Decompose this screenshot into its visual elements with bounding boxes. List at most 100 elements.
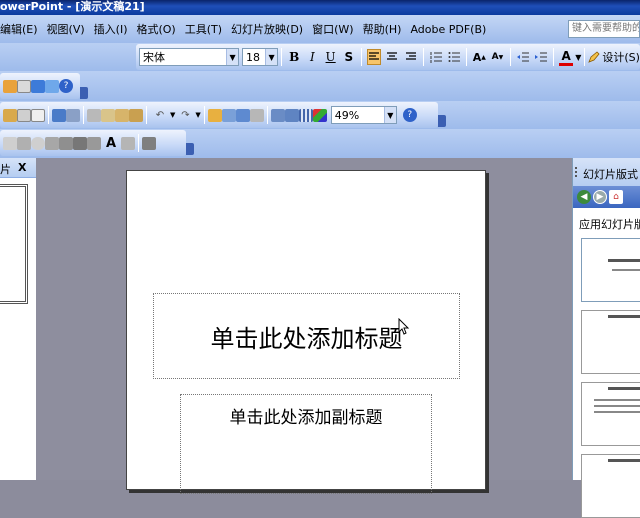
clipart-icon[interactable] [121, 136, 135, 150]
cut-icon[interactable] [87, 108, 101, 122]
title-bar: owerPoint - [演示文稿21] [0, 0, 640, 15]
print-preview-icon[interactable] [17, 108, 31, 122]
slide-thumbnail[interactable] [0, 184, 28, 304]
slide-workspace: 单击此处添加标题 单击此处添加副标题 [36, 158, 572, 494]
layout-two-content[interactable] [581, 454, 640, 518]
slides-pane-header: 片 X [0, 158, 36, 178]
research-icon[interactable] [66, 108, 80, 122]
grid-icon[interactable] [298, 108, 313, 122]
slide-layout-task-pane: 幻灯片版式 ◀ ▶ ⌂ 应用幻灯片版式 [572, 158, 640, 518]
spelling-icon[interactable] [52, 108, 66, 122]
format-painter-icon[interactable] [129, 108, 143, 122]
toolbar-separator [83, 106, 84, 124]
window-title: owerPoint - [演示文稿21] [0, 0, 145, 13]
toolbar-options-icon[interactable] [186, 143, 194, 155]
font-name-select[interactable]: 宋体 ▼ [139, 48, 240, 66]
numbered-list-icon [430, 52, 442, 63]
zoom-select[interactable]: 49% ▼ [330, 106, 397, 124]
distribute-icon[interactable] [73, 136, 87, 150]
redo-icon[interactable]: ↷ [177, 107, 193, 123]
home-icon[interactable]: ⌂ [609, 190, 623, 204]
rectangle-icon[interactable] [3, 136, 17, 150]
misc-toolbar: ? [0, 73, 80, 99]
color-grayscale-icon[interactable] [312, 108, 327, 122]
menu-view[interactable]: 视图(V) [42, 21, 89, 37]
layout-title-text[interactable] [581, 382, 640, 446]
bold-button[interactable]: B [287, 49, 301, 65]
toolbar-options-icon[interactable] [80, 87, 88, 99]
menu-edit[interactable]: 编辑(E) [0, 21, 42, 37]
tables-borders-icon[interactable] [235, 108, 250, 122]
slide-icon[interactable] [3, 79, 17, 93]
title-placeholder[interactable]: 单击此处添加标题 [153, 293, 460, 379]
design-pencil-icon [588, 51, 600, 63]
tools-icon[interactable] [142, 136, 156, 150]
help-icon[interactable]: ? [59, 79, 73, 93]
bulleted-list-icon [448, 52, 461, 62]
paste-icon[interactable] [115, 108, 129, 122]
toolbar-separator [48, 106, 49, 124]
underline-button[interactable]: U [324, 49, 338, 65]
image-icon[interactable] [45, 136, 59, 150]
italic-button[interactable]: I [305, 49, 319, 65]
chevron-down-icon[interactable]: ▼ [170, 111, 175, 119]
toolbar-options-icon[interactable] [438, 115, 446, 127]
person-icon[interactable] [17, 79, 31, 93]
layout-title-slide[interactable] [581, 238, 640, 302]
menu-adobe-pdf[interactable]: Adobe PDF(B) [405, 23, 490, 36]
expand-all-icon[interactable] [270, 108, 285, 122]
align-icon[interactable] [59, 136, 73, 150]
oval-icon[interactable] [31, 136, 45, 150]
textbox-icon[interactable] [17, 136, 31, 150]
outdent-icon [516, 52, 529, 62]
page-icon[interactable] [31, 108, 45, 122]
decrease-font-button[interactable]: A ▼ [490, 49, 504, 65]
menu-insert[interactable]: 插入(I) [89, 21, 132, 37]
present-icon[interactable] [31, 79, 45, 93]
slides-pane: 片 X [0, 158, 36, 480]
align-center-button[interactable] [385, 49, 399, 65]
decrease-indent-button[interactable] [516, 49, 530, 65]
increase-indent-button[interactable] [534, 49, 548, 65]
subtitle-placeholder-text: 单击此处添加副标题 [229, 408, 383, 428]
font-color-button[interactable]: A [558, 48, 574, 66]
group-icon[interactable] [87, 136, 101, 150]
help-search-input[interactable]: 键入需要帮助的问 [568, 20, 640, 38]
menu-tools[interactable]: 工具(T) [180, 21, 226, 37]
copy-icon[interactable] [101, 108, 115, 122]
menu-help[interactable]: 帮助(H) [358, 21, 406, 37]
back-icon[interactable]: ◀ [577, 190, 591, 204]
align-left-button[interactable] [366, 49, 382, 65]
menu-window[interactable]: 窗口(W) [307, 21, 357, 37]
design-button[interactable]: 设计(S) [588, 49, 640, 65]
menu-format[interactable]: 格式(O) [131, 21, 179, 37]
chevron-down-icon[interactable]: ▼ [575, 53, 581, 62]
close-icon[interactable]: X [18, 161, 26, 174]
slides-tab[interactable]: 片 [0, 161, 11, 177]
slide-canvas[interactable]: 单击此处添加标题 单击此处添加副标题 [126, 170, 486, 494]
font-size-select[interactable]: 18 ▼ [242, 48, 279, 66]
show-formatting-icon[interactable] [284, 108, 299, 122]
table-icon[interactable] [221, 108, 236, 122]
help-icon[interactable]: ? [402, 108, 417, 122]
picture-icon[interactable] [45, 79, 59, 93]
wordart-icon[interactable]: A [103, 135, 119, 151]
numbering-button[interactable] [429, 49, 443, 65]
hyperlink-icon[interactable] [249, 108, 264, 122]
chart-icon[interactable] [207, 108, 222, 122]
layout-title-only[interactable] [581, 310, 640, 374]
subtitle-placeholder[interactable]: 单击此处添加副标题 [180, 394, 432, 494]
bullets-button[interactable] [447, 49, 461, 65]
print-icon[interactable] [3, 108, 17, 122]
menu-slideshow[interactable]: 幻灯片放映(D) [226, 21, 307, 37]
title-placeholder-text: 单击此处添加标题 [210, 324, 403, 353]
chevron-down-icon[interactable]: ▼ [195, 111, 200, 119]
align-right-icon [405, 52, 416, 60]
shadow-button[interactable]: S [342, 49, 356, 65]
toolbar-separator [422, 48, 424, 66]
align-center-icon [387, 52, 398, 60]
align-right-button[interactable] [404, 49, 418, 65]
undo-icon[interactable]: ↶ [152, 107, 168, 123]
forward-icon[interactable]: ▶ [593, 190, 607, 204]
increase-font-button[interactable]: A ▲ [472, 49, 486, 65]
